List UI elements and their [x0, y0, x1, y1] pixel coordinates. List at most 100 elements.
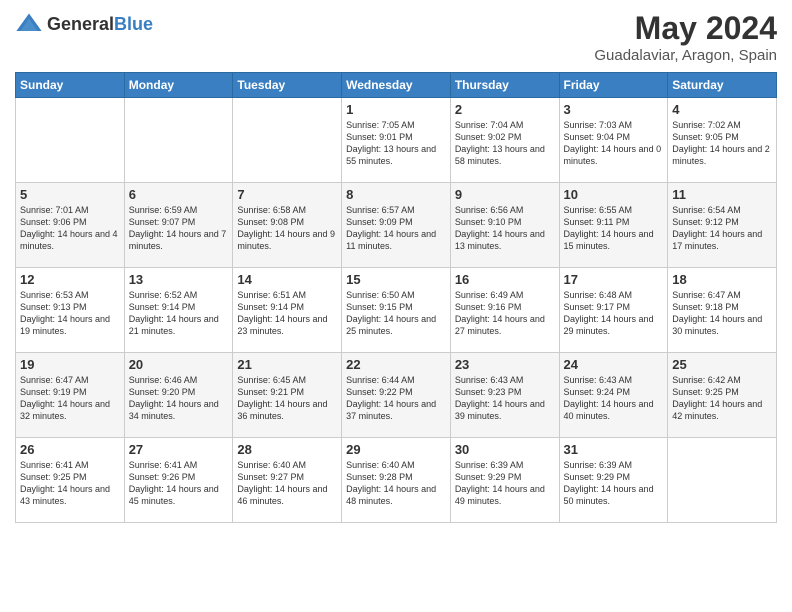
calendar-cell: 31 Sunrise: 6:39 AM Sunset: 9:29 PM Dayli… — [559, 438, 668, 523]
day-number: 26 — [20, 442, 120, 457]
day-content: Sunrise: 6:43 AM Sunset: 9:23 PM Dayligh… — [455, 374, 555, 423]
day-content: Sunrise: 6:59 AM Sunset: 9:07 PM Dayligh… — [129, 204, 229, 253]
calendar-cell — [124, 98, 233, 183]
day-content: Sunrise: 6:40 AM Sunset: 9:28 PM Dayligh… — [346, 459, 446, 508]
calendar-cell — [668, 438, 777, 523]
day-content: Sunrise: 6:52 AM Sunset: 9:14 PM Dayligh… — [129, 289, 229, 338]
calendar-cell: 29 Sunrise: 6:40 AM Sunset: 9:28 PM Dayli… — [342, 438, 451, 523]
calendar-cell: 23 Sunrise: 6:43 AM Sunset: 9:23 PM Dayli… — [450, 353, 559, 438]
calendar-cell: 15Sunrise: 6:50 AM Sunset: 9:15 PM Dayli… — [342, 268, 451, 353]
day-number: 25 — [672, 357, 772, 372]
day-number: 22 — [346, 357, 446, 372]
day-content: Sunrise: 7:04 AM Sunset: 9:02 PM Dayligh… — [455, 119, 555, 168]
day-number: 19 — [20, 357, 120, 372]
calendar-cell: 30Sunrise: 6:39 AM Sunset: 9:29 PM Dayli… — [450, 438, 559, 523]
day-number: 20 — [129, 357, 229, 372]
calendar-cell: 19 Sunrise: 6:47 AM Sunset: 9:19 PM Dayli… — [16, 353, 125, 438]
calendar-week-row: 1Sunrise: 7:05 AM Sunset: 9:01 PM Daylig… — [16, 98, 777, 183]
day-number: 24 — [564, 357, 664, 372]
day-content: Sunrise: 6:40 AM Sunset: 9:27 PM Dayligh… — [237, 459, 337, 508]
day-number: 18 — [672, 272, 772, 287]
calendar-header-row: SundayMondayTuesdayWednesdayThursdayFrid… — [16, 73, 777, 98]
calendar-day-header: Wednesday — [342, 73, 451, 98]
calendar-cell: 8 Sunrise: 6:57 AM Sunset: 9:09 PM Daylig… — [342, 183, 451, 268]
calendar-cell: 14 Sunrise: 6:51 AM Sunset: 9:14 PM Dayli… — [233, 268, 342, 353]
calendar-cell: 26 Sunrise: 6:41 AM Sunset: 9:25 PM Dayli… — [16, 438, 125, 523]
day-number: 6 — [129, 187, 229, 202]
day-number: 16 — [455, 272, 555, 287]
day-number: 31 — [564, 442, 664, 457]
calendar-cell: 9Sunrise: 6:56 AM Sunset: 9:10 PM Daylig… — [450, 183, 559, 268]
day-number: 28 — [237, 442, 337, 457]
day-content: Sunrise: 6:47 AM Sunset: 9:19 PM Dayligh… — [20, 374, 120, 423]
day-content: Sunrise: 6:42 AM Sunset: 9:25 PM Dayligh… — [672, 374, 772, 423]
day-content: Sunrise: 6:56 AM Sunset: 9:10 PM Dayligh… — [455, 204, 555, 253]
title-block: May 2024 Guadalaviar, Aragon, Spain — [594, 10, 777, 64]
day-number: 13 — [129, 272, 229, 287]
day-content: Sunrise: 6:46 AM Sunset: 9:20 PM Dayligh… — [129, 374, 229, 423]
calendar-week-row: 5 Sunrise: 7:01 AM Sunset: 9:06 PM Daylig… — [16, 183, 777, 268]
day-number: 11 — [672, 187, 772, 202]
day-content: Sunrise: 7:01 AM Sunset: 9:06 PM Dayligh… — [20, 204, 120, 253]
day-content: Sunrise: 6:45 AM Sunset: 9:21 PM Dayligh… — [237, 374, 337, 423]
day-number: 27 — [129, 442, 229, 457]
calendar-cell: 1Sunrise: 7:05 AM Sunset: 9:01 PM Daylig… — [342, 98, 451, 183]
calendar-cell: 21 Sunrise: 6:45 AM Sunset: 9:21 PM Dayli… — [233, 353, 342, 438]
calendar-week-row: 12 Sunrise: 6:53 AM Sunset: 9:13 PM Dayli… — [16, 268, 777, 353]
day-number: 4 — [672, 102, 772, 117]
day-content: Sunrise: 6:44 AM Sunset: 9:22 PM Dayligh… — [346, 374, 446, 423]
calendar-table: SundayMondayTuesdayWednesdayThursdayFrid… — [15, 72, 777, 523]
day-content: Sunrise: 6:49 AM Sunset: 9:16 PM Dayligh… — [455, 289, 555, 338]
day-number: 5 — [20, 187, 120, 202]
day-content: Sunrise: 6:58 AM Sunset: 9:08 PM Dayligh… — [237, 204, 337, 253]
calendar-cell: 5 Sunrise: 7:01 AM Sunset: 9:06 PM Daylig… — [16, 183, 125, 268]
calendar-cell: 7 Sunrise: 6:58 AM Sunset: 9:08 PM Daylig… — [233, 183, 342, 268]
calendar-cell: 24 Sunrise: 6:43 AM Sunset: 9:24 PM Dayli… — [559, 353, 668, 438]
logo-icon — [15, 10, 43, 38]
day-content: Sunrise: 6:47 AM Sunset: 9:18 PM Dayligh… — [672, 289, 772, 338]
location-title: Guadalaviar, Aragon, Spain — [594, 47, 777, 64]
calendar-cell: 20 Sunrise: 6:46 AM Sunset: 9:20 PM Dayli… — [124, 353, 233, 438]
calendar-cell: 4Sunrise: 7:02 AM Sunset: 9:05 PM Daylig… — [668, 98, 777, 183]
day-content: Sunrise: 6:57 AM Sunset: 9:09 PM Dayligh… — [346, 204, 446, 253]
calendar-cell: 28 Sunrise: 6:40 AM Sunset: 9:27 PM Dayli… — [233, 438, 342, 523]
day-number: 17 — [564, 272, 664, 287]
calendar-day-header: Tuesday — [233, 73, 342, 98]
day-number: 23 — [455, 357, 555, 372]
calendar-cell — [233, 98, 342, 183]
day-number: 12 — [20, 272, 120, 287]
day-number: 10 — [564, 187, 664, 202]
calendar-cell: 10 Sunrise: 6:55 AM Sunset: 9:11 PM Dayli… — [559, 183, 668, 268]
day-content: Sunrise: 6:51 AM Sunset: 9:14 PM Dayligh… — [237, 289, 337, 338]
day-content: Sunrise: 6:54 AM Sunset: 9:12 PM Dayligh… — [672, 204, 772, 253]
calendar-day-header: Friday — [559, 73, 668, 98]
logo-text-blue: Blue — [114, 14, 153, 34]
calendar-cell: 18 Sunrise: 6:47 AM Sunset: 9:18 PM Dayli… — [668, 268, 777, 353]
day-content: Sunrise: 6:41 AM Sunset: 9:25 PM Dayligh… — [20, 459, 120, 508]
day-number: 7 — [237, 187, 337, 202]
calendar-cell: 11 Sunrise: 6:54 AM Sunset: 9:12 PM Dayli… — [668, 183, 777, 268]
calendar-cell: 12 Sunrise: 6:53 AM Sunset: 9:13 PM Dayli… — [16, 268, 125, 353]
calendar-cell: 3Sunrise: 7:03 AM Sunset: 9:04 PM Daylig… — [559, 98, 668, 183]
day-number: 21 — [237, 357, 337, 372]
calendar-day-header: Thursday — [450, 73, 559, 98]
calendar-cell: 6 Sunrise: 6:59 AM Sunset: 9:07 PM Daylig… — [124, 183, 233, 268]
calendar-cell: 22 Sunrise: 6:44 AM Sunset: 9:22 PM Dayli… — [342, 353, 451, 438]
month-title: May 2024 — [594, 10, 777, 47]
day-number: 2 — [455, 102, 555, 117]
day-number: 8 — [346, 187, 446, 202]
calendar-cell — [16, 98, 125, 183]
day-content: Sunrise: 6:55 AM Sunset: 9:11 PM Dayligh… — [564, 204, 664, 253]
day-number: 15 — [346, 272, 446, 287]
day-number: 30 — [455, 442, 555, 457]
day-number: 14 — [237, 272, 337, 287]
day-number: 29 — [346, 442, 446, 457]
day-content: Sunrise: 7:03 AM Sunset: 9:04 PM Dayligh… — [564, 119, 664, 168]
day-content: Sunrise: 6:43 AM Sunset: 9:24 PM Dayligh… — [564, 374, 664, 423]
day-number: 1 — [346, 102, 446, 117]
day-content: Sunrise: 6:39 AM Sunset: 9:29 PM Dayligh… — [564, 459, 664, 508]
page-header: GeneralBlue May 2024 Guadalaviar, Aragon… — [15, 10, 777, 64]
day-content: Sunrise: 6:53 AM Sunset: 9:13 PM Dayligh… — [20, 289, 120, 338]
calendar-day-header: Monday — [124, 73, 233, 98]
calendar-day-header: Saturday — [668, 73, 777, 98]
